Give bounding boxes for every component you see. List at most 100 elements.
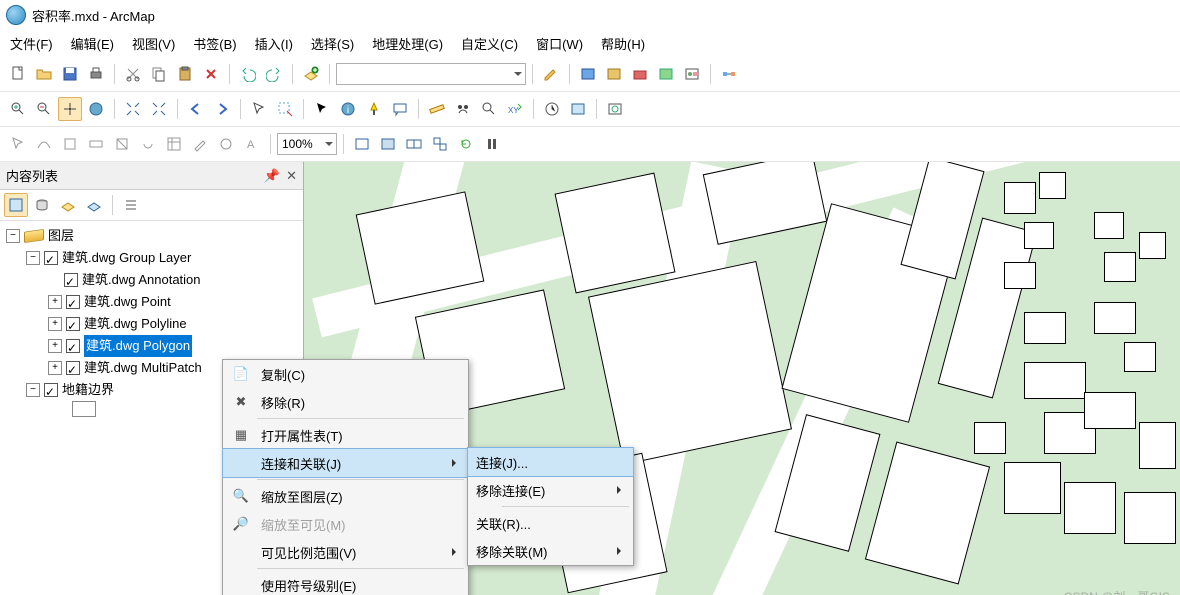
table-icon: ▦ — [231, 425, 251, 445]
ctx-visible-scale[interactable]: 可见比例范围(V) — [223, 538, 468, 566]
sub-relate[interactable]: 关联(R)... — [468, 509, 633, 537]
remove-icon: ✖ — [231, 392, 251, 412]
data-frame-tools-4-icon[interactable] — [428, 132, 452, 156]
full-extent-icon[interactable] — [84, 97, 108, 121]
paste-icon[interactable] — [173, 62, 197, 86]
tree-group[interactable]: −建筑.dwg Group Layer — [2, 247, 301, 269]
edit-tool-icon[interactable] — [6, 132, 30, 156]
catalog-icon[interactable] — [576, 62, 600, 86]
create-viewer-icon[interactable] — [566, 97, 590, 121]
measure-icon[interactable] — [425, 97, 449, 121]
rotate-icon[interactable] — [136, 132, 160, 156]
delete-icon[interactable] — [199, 62, 223, 86]
list-by-drawing-order-icon[interactable] — [4, 193, 28, 217]
sub-remove-join[interactable]: 移除连接(E) — [468, 476, 633, 504]
tree-layer-polyline[interactable]: +建筑.dwg Polyline — [2, 313, 301, 335]
ctx-symbol-levels[interactable]: 使用符号级别(E) — [223, 571, 468, 595]
fixed-zoom-out-icon[interactable] — [147, 97, 171, 121]
redo-icon[interactable] — [262, 62, 286, 86]
trace-icon[interactable] — [214, 132, 238, 156]
layers-icon — [24, 229, 44, 243]
list-by-selection-icon[interactable] — [82, 193, 106, 217]
menu-view[interactable]: 视图(V) — [132, 34, 175, 53]
tree-layer-polygon[interactable]: +建筑.dwg Polygon — [2, 335, 301, 357]
list-by-visibility-icon[interactable] — [56, 193, 80, 217]
tree-root[interactable]: −图层 — [2, 225, 301, 247]
split-icon[interactable] — [110, 132, 134, 156]
zoom-percent-value: 100% — [282, 137, 313, 151]
open-icon[interactable] — [32, 62, 56, 86]
pause-drawing-icon[interactable] — [480, 132, 504, 156]
editor-toolbar-icon[interactable] — [539, 62, 563, 86]
copy-icon[interactable] — [147, 62, 171, 86]
menu-insert[interactable]: 插入(I) — [255, 34, 293, 53]
sub-join[interactable]: 连接(J)... — [467, 447, 634, 477]
hyperlink-icon[interactable] — [362, 97, 386, 121]
options-icon[interactable] — [119, 193, 143, 217]
python-icon[interactable] — [654, 62, 678, 86]
fixed-zoom-in-icon[interactable] — [121, 97, 145, 121]
menu-edit[interactable]: 编辑(E) — [71, 34, 114, 53]
modelbuilder-icon[interactable] — [680, 62, 704, 86]
refresh-icon[interactable] — [454, 132, 478, 156]
pin-icon[interactable]: 📌 — [264, 168, 280, 184]
save-icon[interactable] — [58, 62, 82, 86]
zoom-visible-icon: 🔎 — [231, 514, 251, 534]
select-features-icon[interactable] — [247, 97, 271, 121]
ctx-remove[interactable]: ✖移除(R) — [223, 388, 468, 416]
ctx-copy[interactable]: 📄复制(C) — [223, 360, 468, 388]
viewer-window-icon[interactable] — [603, 97, 627, 121]
reshape-icon[interactable] — [58, 132, 82, 156]
app-logo-icon — [6, 5, 26, 25]
data-frame-tools-3-icon[interactable] — [402, 132, 426, 156]
svg-text:XY: XY — [508, 106, 519, 115]
close-panel-icon[interactable]: ✕ — [286, 168, 297, 184]
menu-geoprocessing[interactable]: 地理处理(G) — [372, 34, 443, 53]
sketch-icon[interactable] — [188, 132, 212, 156]
find-route-icon[interactable] — [477, 97, 501, 121]
tree-layer-annotation[interactable]: 建筑.dwg Annotation — [2, 269, 301, 291]
print-icon[interactable] — [84, 62, 108, 86]
menu-help[interactable]: 帮助(H) — [601, 34, 645, 53]
zoom-out-icon[interactable] — [32, 97, 56, 121]
model-icon[interactable] — [717, 62, 741, 86]
edit-annotation-icon[interactable]: A — [240, 132, 264, 156]
arctoolbox-icon[interactable] — [628, 62, 652, 86]
menu-bar: 文件(F) 编辑(E) 视图(V) 书签(B) 插入(I) 选择(S) 地理处理… — [0, 30, 1180, 57]
data-frame-tools-2-icon[interactable] — [376, 132, 400, 156]
find-icon[interactable] — [451, 97, 475, 121]
ctx-joins-relates[interactable]: 连接和关联(J) — [222, 448, 469, 478]
undo-icon[interactable] — [236, 62, 260, 86]
search-window-icon[interactable] — [602, 62, 626, 86]
menu-file[interactable]: 文件(F) — [10, 34, 53, 53]
sub-remove-relate[interactable]: 移除关联(M) — [468, 537, 633, 565]
menu-selection[interactable]: 选择(S) — [311, 34, 354, 53]
tree-layer-point[interactable]: +建筑.dwg Point — [2, 291, 301, 313]
goto-xy-icon[interactable]: XY — [503, 97, 527, 121]
menu-window[interactable]: 窗口(W) — [536, 34, 583, 53]
new-icon[interactable] — [6, 62, 30, 86]
identify-icon[interactable]: i — [336, 97, 360, 121]
ctx-open-table[interactable]: ▦打开属性表(T) — [223, 421, 468, 449]
time-slider-icon[interactable] — [540, 97, 564, 121]
cut-polygons-icon[interactable] — [84, 132, 108, 156]
add-data-icon[interactable] — [299, 62, 323, 86]
menu-bookmarks[interactable]: 书签(B) — [193, 34, 236, 53]
forward-icon[interactable] — [210, 97, 234, 121]
zoom-in-icon[interactable] — [6, 97, 30, 121]
ctx-zoom-layer[interactable]: 🔍缩放至图层(Z) — [223, 482, 468, 510]
attributes-icon[interactable] — [162, 132, 186, 156]
pan-icon[interactable] — [58, 97, 82, 121]
data-frame-tools-1-icon[interactable] — [350, 132, 374, 156]
list-by-source-icon[interactable] — [30, 193, 54, 217]
menu-customize[interactable]: 自定义(C) — [461, 34, 518, 53]
cut-icon[interactable] — [121, 62, 145, 86]
select-elements-icon[interactable] — [310, 97, 334, 121]
clear-selection-icon[interactable] — [273, 97, 297, 121]
edit-vertices-icon[interactable] — [32, 132, 56, 156]
zoom-percent-combo[interactable]: 100% — [277, 133, 337, 155]
layout-toolbar: A 100% — [0, 127, 1180, 162]
html-popup-icon[interactable] — [388, 97, 412, 121]
back-icon[interactable] — [184, 97, 208, 121]
scale-combo[interactable] — [336, 63, 526, 85]
